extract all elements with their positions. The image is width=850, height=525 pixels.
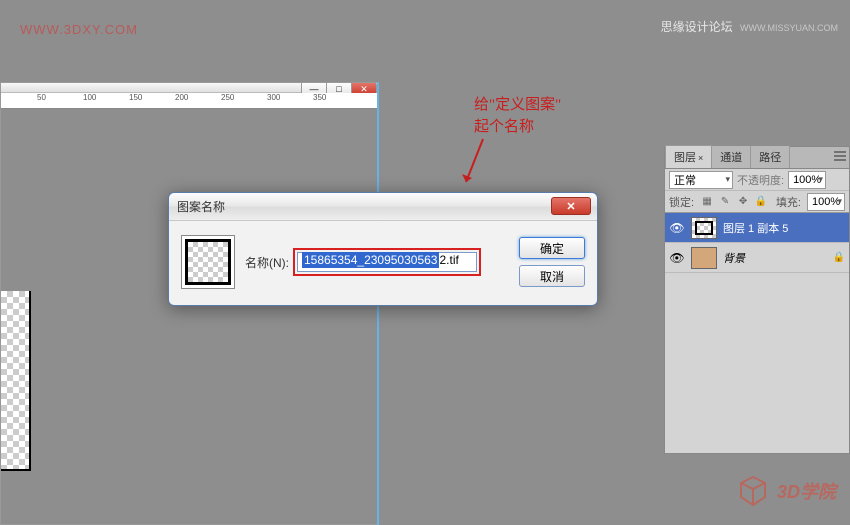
dialog-close-button[interactable]: ✕ (551, 197, 591, 215)
ok-button[interactable]: 确定 (519, 237, 585, 259)
name-input-highlight: 15865354_230950305632.tif (293, 248, 481, 276)
layer-thumbnail-bg (691, 247, 717, 269)
tab-close-icon[interactable]: × (698, 153, 703, 163)
transparent-strip (1, 291, 31, 471)
tab-layers-label: 图层 (674, 152, 696, 164)
lock-move-icon[interactable]: ✥ (736, 195, 750, 209)
pattern-name-dialog: 图案名称 ✕ 名称(N): 15865354_230950305632.tif … (168, 192, 598, 306)
watermark-right-sub: WWW.MISSYUAN.COM (740, 23, 838, 33)
document-canvas[interactable] (1, 109, 377, 524)
tab-layers[interactable]: 图层× (665, 145, 712, 168)
dialog-titlebar[interactable]: 图案名称 ✕ (169, 193, 597, 221)
dialog-buttons: 确定 取消 (519, 237, 585, 287)
fill-value[interactable]: 100% (807, 193, 845, 211)
ruler-tick: 50 (37, 93, 46, 102)
ruler-tick: 350 (313, 93, 326, 102)
input-rest-text: 2.tif (439, 253, 458, 267)
layer-name: 图层 1 副本 5 (723, 220, 788, 236)
lock-label: 锁定: (669, 194, 694, 210)
blend-opacity-row: 正常 不透明度: 100% (665, 169, 849, 191)
ruler-tick: 100 (83, 93, 96, 102)
horizontal-ruler: 50 100 150 200 250 300 350 (1, 93, 377, 109)
ruler-tick: 300 (267, 93, 280, 102)
layer-name-bg: 背景 (723, 250, 745, 266)
logo-text: 3D学院 (777, 478, 836, 504)
annotation-line1: 给"定义图案" (474, 94, 561, 116)
pattern-name-input[interactable]: 15865354_230950305632.tif (297, 252, 477, 272)
opacity-label: 不透明度: (737, 172, 784, 188)
panel-tabs: 图层× 通道 路径 (665, 147, 849, 169)
layer-thumbnail (691, 217, 717, 239)
layer-item-background[interactable]: 👁 背景 🔒 (665, 243, 849, 273)
panel-menu-icon[interactable] (833, 150, 847, 162)
pattern-thumbnail (181, 235, 235, 289)
opacity-value[interactable]: 100% (788, 171, 826, 189)
tab-channels[interactable]: 通道 (712, 146, 751, 168)
ruler-tick: 200 (175, 93, 188, 102)
tab-paths[interactable]: 路径 (751, 146, 790, 168)
layers-empty-area (665, 273, 849, 453)
watermark-right: 思缘设计论坛 WWW.MISSYUAN.COM (661, 18, 838, 35)
lock-fill-row: 锁定: ▦ ✎ ✥ 🔒 填充: 100% (665, 191, 849, 213)
logo-3d-academy: 3D学院 (737, 475, 836, 507)
annotation-arrow (458, 134, 488, 197)
ruler-tick: 150 (129, 93, 142, 102)
cancel-button[interactable]: 取消 (519, 265, 585, 287)
layers-panel: 图层× 通道 路径 正常 不透明度: 100% 锁定: ▦ ✎ ✥ 🔒 填充: … (664, 146, 850, 454)
pattern-thumbnail-inner (185, 239, 231, 285)
layer-item-copy5[interactable]: 👁 图层 1 副本 5 (665, 213, 849, 243)
lock-transparent-icon[interactable]: ▦ (700, 195, 714, 209)
dialog-body: 名称(N): 15865354_230950305632.tif 确定 取消 (169, 221, 597, 305)
watermark-left: WWW.3DXY.COM (20, 22, 138, 37)
lock-icons: ▦ ✎ ✥ 🔒 (700, 195, 768, 209)
visibility-icon[interactable]: 👁 (669, 220, 685, 236)
watermark-right-main: 思缘设计论坛 (661, 20, 733, 34)
document-chrome: — □ ✕ (1, 83, 377, 93)
lock-all-icon[interactable]: 🔒 (754, 195, 768, 209)
name-row: 名称(N): 15865354_230950305632.tif (245, 248, 481, 276)
layer-lock-icon: 🔒 (833, 252, 845, 263)
blend-mode-dropdown[interactable]: 正常 (669, 171, 733, 189)
dialog-title: 图案名称 (177, 198, 225, 215)
tutorial-annotation: 给"定义图案" 起个名称 (474, 94, 561, 138)
name-label: 名称(N): (245, 254, 289, 271)
fill-label: 填充: (776, 194, 801, 210)
visibility-icon[interactable]: 👁 (669, 250, 685, 266)
cube-icon (737, 475, 769, 507)
lock-paint-icon[interactable]: ✎ (718, 195, 732, 209)
input-selected-text: 15865354_23095030563 (302, 252, 439, 268)
ruler-tick: 250 (221, 93, 234, 102)
